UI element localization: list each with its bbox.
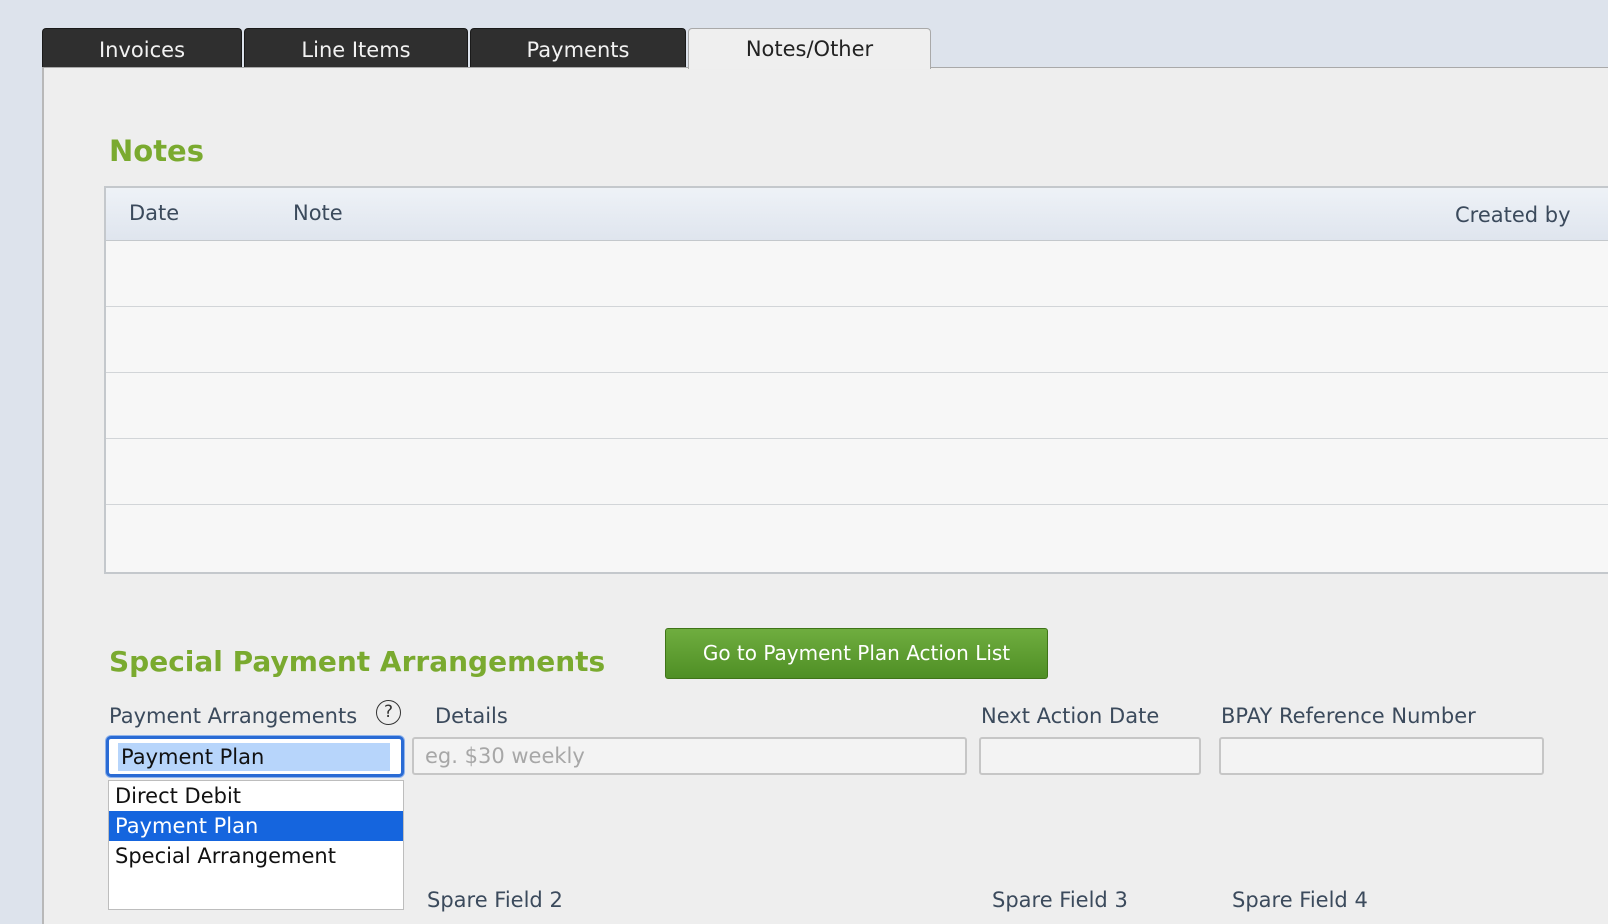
tab-notes-other[interactable]: Notes/Other [688, 28, 931, 69]
details-input[interactable] [412, 737, 967, 775]
payment-arrangements-label: Payment Arrangements [109, 704, 358, 728]
payment-arrangements-dropdown: Direct Debit Payment Plan Special Arrang… [108, 780, 404, 910]
table-row[interactable] [106, 307, 1608, 373]
help-icon[interactable]: ? [376, 700, 401, 725]
tab-invoices[interactable]: Invoices [42, 28, 242, 68]
table-row[interactable] [106, 241, 1608, 307]
notes-title: Notes [109, 134, 204, 168]
bpay-reference-label: BPAY Reference Number [1221, 704, 1476, 728]
tab-payments[interactable]: Payments [470, 28, 686, 68]
option-direct-debit[interactable]: Direct Debit [109, 781, 403, 811]
option-payment-plan[interactable]: Payment Plan [109, 811, 403, 841]
table-row[interactable] [106, 505, 1608, 571]
spare-field-4-label: Spare Field 4 [1232, 888, 1368, 912]
table-row[interactable] [106, 439, 1608, 505]
next-action-date-input[interactable] [979, 737, 1201, 775]
column-header-date[interactable]: Date [129, 201, 179, 225]
notes-table-header: Date Note Created by [106, 188, 1608, 241]
spare-field-3-label: Spare Field 3 [992, 888, 1128, 912]
column-header-note[interactable]: Note [293, 201, 343, 225]
payment-plan-action-list-button[interactable]: Go to Payment Plan Action List [665, 628, 1048, 679]
bpay-reference-input[interactable] [1219, 737, 1544, 775]
tab-line-items[interactable]: Line Items [244, 28, 468, 68]
table-row[interactable] [106, 373, 1608, 439]
payment-arrangements-select[interactable]: Payment Plan [106, 736, 404, 777]
notes-table: Date Note Created by [104, 186, 1608, 574]
next-action-date-label: Next Action Date [981, 704, 1160, 728]
spare-field-2-label: Spare Field 2 [427, 888, 563, 912]
option-special-arrangement[interactable]: Special Arrangement [109, 841, 403, 871]
details-label: Details [435, 704, 508, 728]
payment-arrangements-selected-value: Payment Plan [118, 743, 390, 771]
notes-other-panel: Notes Date Note Created by Special Payme… [42, 67, 1608, 924]
column-header-created-by[interactable]: Created by [1455, 203, 1571, 227]
special-arrangements-title: Special Payment Arrangements [109, 645, 606, 678]
